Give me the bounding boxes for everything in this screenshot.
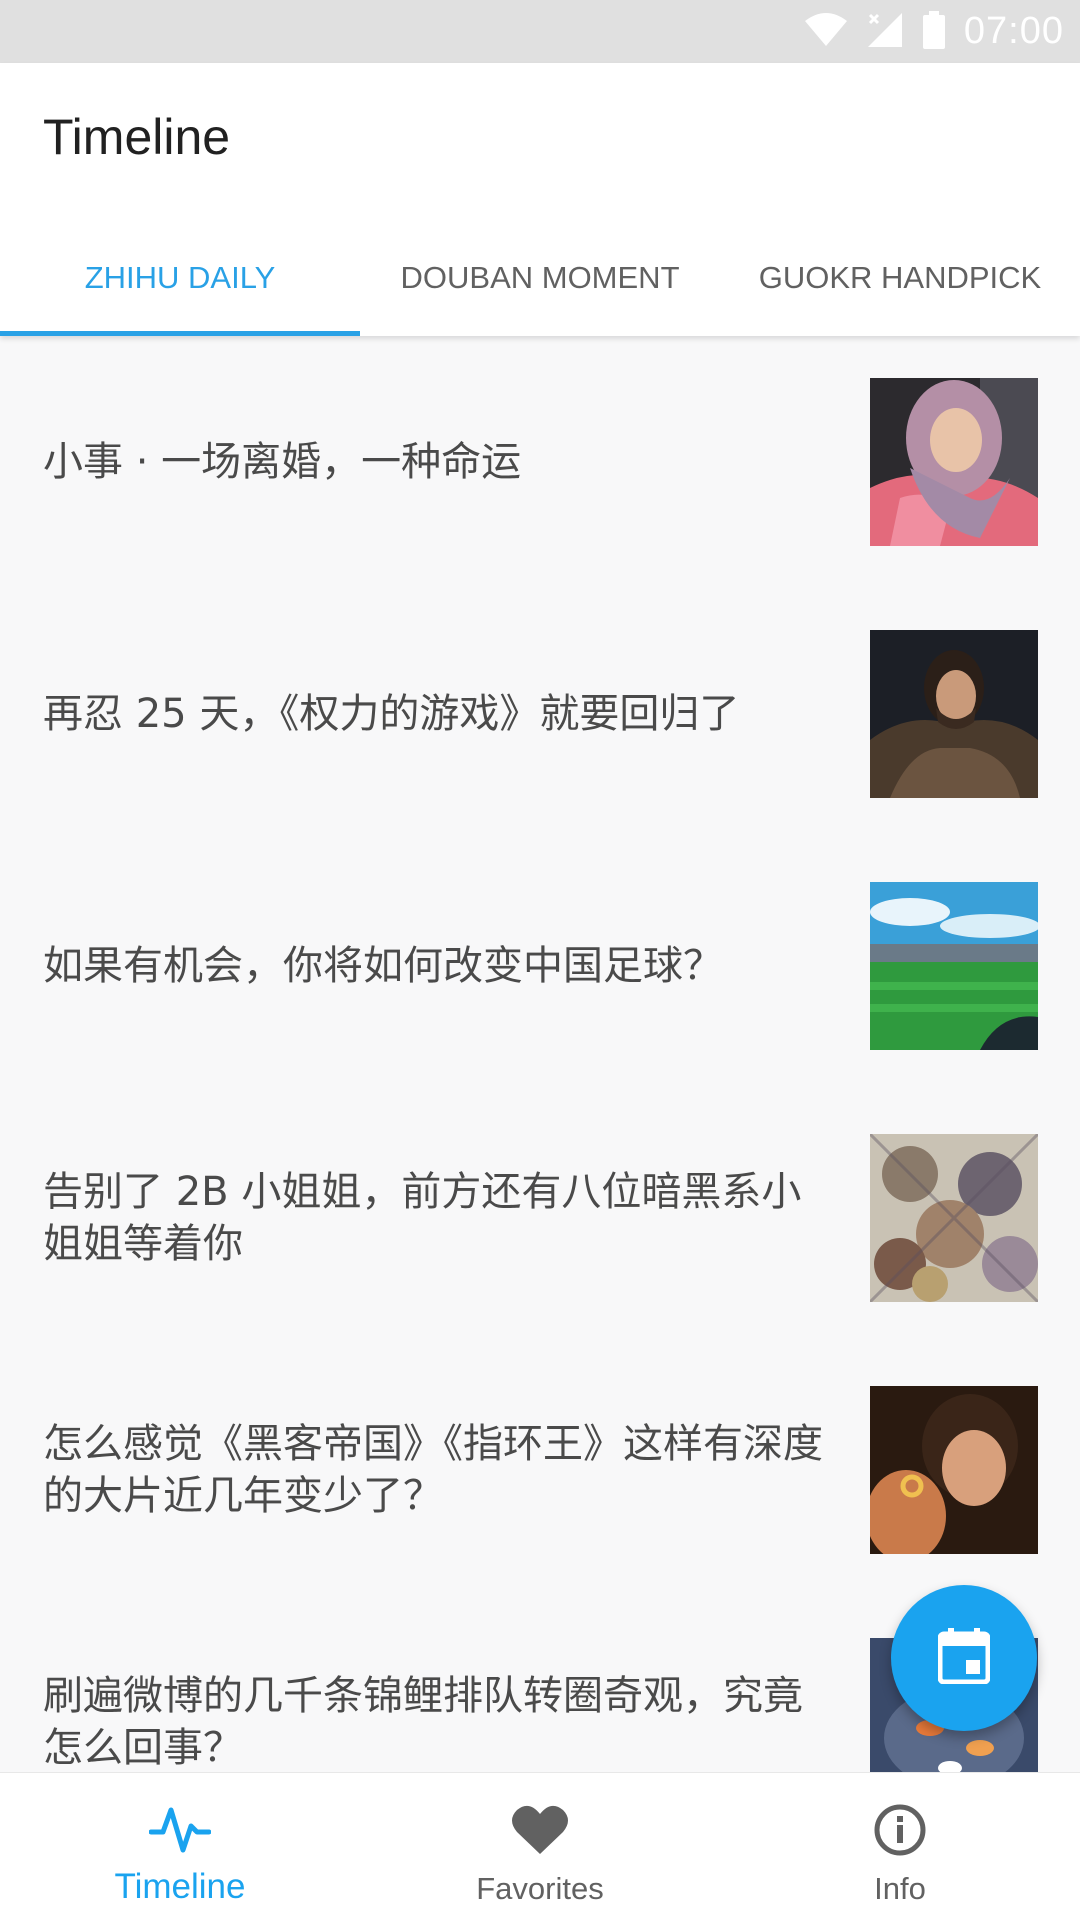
list-item-thumbnail [870,882,1038,1050]
list-item-thumbnail [870,378,1038,546]
nav-item-favorites[interactable]: Favorites [360,1773,720,1920]
list-item-title: 刷遍微博的几千条锦鲤排队转圈奇观，究竟怎么回事？ [43,1673,803,1771]
status-bar: 07:00 [0,0,1080,63]
app-root: 07:00 Timeline ZHIHU DAILY DOUBAN MOMENT… [0,0,1080,1920]
tab-indicator [0,331,360,336]
list-item-title: 小事 · 一场离婚，一种命运 [43,439,522,485]
battery-icon [922,10,946,53]
list-item[interactable]: 如果有机会，你将如何改变中国足球？ [0,840,1080,1092]
list-item[interactable]: 怎么感觉《黑客帝国》《指环王》这样有深度的大片近几年变少了？ [0,1344,1080,1596]
list-item[interactable]: 再忍 25 天，《权力的游戏》就要回归了 [0,588,1080,840]
article-list[interactable]: 小事 · 一场离婚，一种命运 再忍 25 天，《权力的游戏》就要回归了 如果有机… [0,336,1080,1772]
cellular-no-signal-icon [866,11,904,53]
list-item-thumbnail [870,1386,1038,1554]
calendar-fab-button[interactable] [891,1585,1037,1731]
nav-label: Favorites [476,1871,604,1906]
tab-guokr-handpick[interactable]: GUOKR HANDPICK [720,219,1080,336]
status-icons: 07:00 [804,0,1064,63]
list-item-title: 如果有机会，你将如何改变中国足球？ [43,943,723,989]
status-time: 07:00 [963,10,1064,52]
page-title: Timeline [43,109,231,165]
tab-zhihu-daily[interactable]: ZHIHU DAILY [0,219,360,336]
list-item-title: 告别了 2B 小姐姐，前方还有八位暗黑系小姐姐等着你 [43,1169,802,1267]
list-item[interactable]: 小事 · 一场离婚，一种命运 [0,336,1080,588]
list-item[interactable]: 告别了 2B 小姐姐，前方还有八位暗黑系小姐姐等着你 [0,1092,1080,1344]
tab-bar: ZHIHU DAILY DOUBAN MOMENT GUOKR HANDPICK [0,219,1080,336]
pulse-icon [149,1799,211,1861]
heart-icon [509,1799,571,1861]
calendar-icon [937,1628,991,1688]
app-bar: Timeline ZHIHU DAILY DOUBAN MOMENT GUOKR… [0,63,1080,336]
list-item-title: 再忍 25 天，《权力的游戏》就要回归了 [43,691,740,737]
list-item-title: 怎么感觉《黑客帝国》《指环王》这样有深度的大片近几年变少了？ [43,1421,823,1519]
nav-label: Timeline [114,1867,246,1906]
list-item-thumbnail [870,1134,1038,1302]
tab-douban-moment[interactable]: DOUBAN MOMENT [360,219,720,336]
wifi-icon [804,12,848,51]
bottom-navigation: Timeline Favorites Info [0,1772,1080,1920]
list-item-thumbnail [870,630,1038,798]
info-icon [869,1799,931,1861]
nav-label: Info [874,1871,926,1906]
nav-item-timeline[interactable]: Timeline [0,1773,360,1920]
nav-item-info[interactable]: Info [720,1773,1080,1920]
